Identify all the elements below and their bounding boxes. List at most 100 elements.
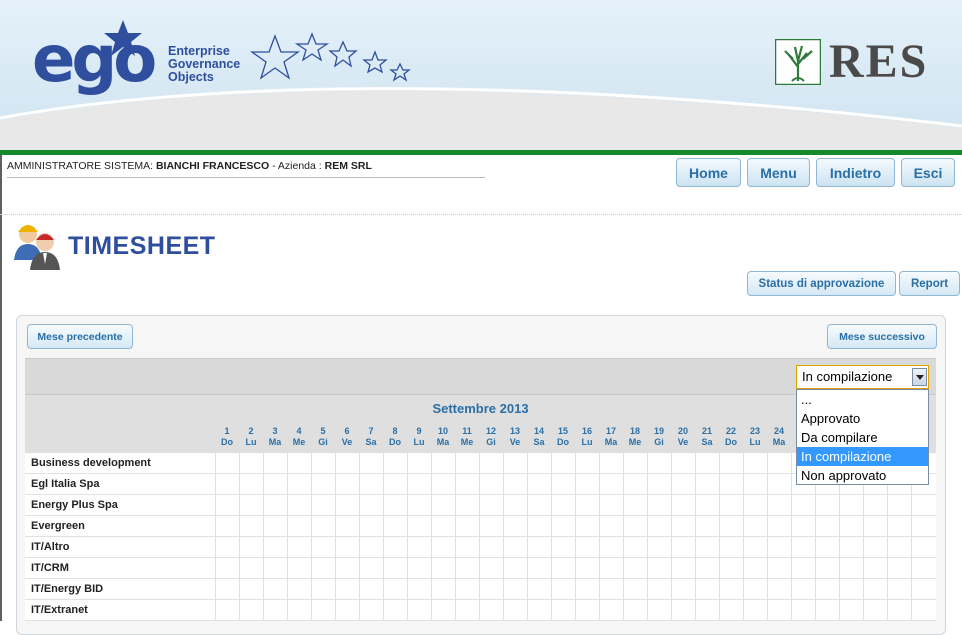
hours-cell[interactable]: [263, 537, 287, 558]
hours-cell[interactable]: [503, 474, 527, 495]
hours-cell[interactable]: [335, 579, 359, 600]
hours-cell[interactable]: [503, 516, 527, 537]
hours-cell[interactable]: [743, 579, 767, 600]
hours-cell[interactable]: [335, 495, 359, 516]
hours-cell[interactable]: [743, 600, 767, 621]
hours-cell[interactable]: [287, 558, 311, 579]
hours-cell[interactable]: [359, 579, 383, 600]
hours-cell[interactable]: [431, 516, 455, 537]
hours-cell[interactable]: [743, 495, 767, 516]
hours-cell[interactable]: [911, 495, 935, 516]
hours-cell[interactable]: [551, 558, 575, 579]
hours-cell[interactable]: [527, 537, 551, 558]
hours-cell[interactable]: [815, 600, 839, 621]
hours-cell[interactable]: [575, 453, 599, 474]
exit-button[interactable]: Esci: [901, 158, 955, 187]
hours-cell[interactable]: [599, 537, 623, 558]
hours-cell[interactable]: [263, 516, 287, 537]
hours-cell[interactable]: [695, 579, 719, 600]
hours-cell[interactable]: [455, 474, 479, 495]
hours-cell[interactable]: [383, 453, 407, 474]
hours-cell[interactable]: [215, 474, 239, 495]
hours-cell[interactable]: [527, 558, 551, 579]
hours-cell[interactable]: [719, 516, 743, 537]
hours-cell[interactable]: [623, 558, 647, 579]
hours-cell[interactable]: [815, 516, 839, 537]
hours-cell[interactable]: [671, 579, 695, 600]
hours-cell[interactable]: [407, 474, 431, 495]
hours-cell[interactable]: [911, 516, 935, 537]
hours-cell[interactable]: [575, 600, 599, 621]
hours-cell[interactable]: [911, 558, 935, 579]
hours-cell[interactable]: [815, 495, 839, 516]
hours-cell[interactable]: [743, 516, 767, 537]
hours-cell[interactable]: [407, 453, 431, 474]
hours-cell[interactable]: [287, 600, 311, 621]
hours-cell[interactable]: [743, 537, 767, 558]
hours-cell[interactable]: [671, 558, 695, 579]
hours-cell[interactable]: [527, 516, 551, 537]
hours-cell[interactable]: [407, 495, 431, 516]
hours-cell[interactable]: [311, 453, 335, 474]
hours-cell[interactable]: [791, 579, 815, 600]
status-select[interactable]: In compilazione: [796, 365, 929, 389]
hours-cell[interactable]: [359, 516, 383, 537]
hours-cell[interactable]: [335, 453, 359, 474]
hours-cell[interactable]: [647, 453, 671, 474]
hours-cell[interactable]: [455, 600, 479, 621]
hours-cell[interactable]: [431, 600, 455, 621]
hours-cell[interactable]: [311, 600, 335, 621]
hours-cell[interactable]: [383, 516, 407, 537]
status-option[interactable]: Da compilare: [797, 428, 928, 447]
hours-cell[interactable]: [479, 579, 503, 600]
hours-cell[interactable]: [647, 474, 671, 495]
hours-cell[interactable]: [503, 600, 527, 621]
hours-cell[interactable]: [455, 558, 479, 579]
hours-cell[interactable]: [647, 516, 671, 537]
hours-cell[interactable]: [599, 579, 623, 600]
hours-cell[interactable]: [695, 600, 719, 621]
hours-cell[interactable]: [623, 453, 647, 474]
hours-cell[interactable]: [791, 537, 815, 558]
hours-cell[interactable]: [455, 516, 479, 537]
hours-cell[interactable]: [335, 474, 359, 495]
hours-cell[interactable]: [575, 537, 599, 558]
hours-cell[interactable]: [503, 537, 527, 558]
hours-cell[interactable]: [791, 600, 815, 621]
hours-cell[interactable]: [311, 579, 335, 600]
hours-cell[interactable]: [839, 600, 863, 621]
hours-cell[interactable]: [383, 495, 407, 516]
hours-cell[interactable]: [839, 558, 863, 579]
hours-cell[interactable]: [263, 495, 287, 516]
hours-cell[interactable]: [695, 537, 719, 558]
hours-cell[interactable]: [527, 600, 551, 621]
hours-cell[interactable]: [815, 579, 839, 600]
hours-cell[interactable]: [215, 516, 239, 537]
hours-cell[interactable]: [431, 453, 455, 474]
hours-cell[interactable]: [719, 537, 743, 558]
hours-cell[interactable]: [239, 516, 263, 537]
hours-cell[interactable]: [287, 474, 311, 495]
hours-cell[interactable]: [335, 600, 359, 621]
hours-cell[interactable]: [767, 537, 791, 558]
hours-cell[interactable]: [623, 516, 647, 537]
hours-cell[interactable]: [767, 495, 791, 516]
hours-cell[interactable]: [863, 600, 887, 621]
hours-cell[interactable]: [695, 474, 719, 495]
hours-cell[interactable]: [239, 495, 263, 516]
hours-cell[interactable]: [671, 495, 695, 516]
hours-cell[interactable]: [599, 495, 623, 516]
hours-cell[interactable]: [479, 453, 503, 474]
hours-cell[interactable]: [383, 537, 407, 558]
hours-cell[interactable]: [431, 495, 455, 516]
hours-cell[interactable]: [551, 474, 575, 495]
hours-cell[interactable]: [503, 579, 527, 600]
status-option[interactable]: Approvato: [797, 409, 928, 428]
hours-cell[interactable]: [431, 558, 455, 579]
hours-cell[interactable]: [527, 495, 551, 516]
hours-cell[interactable]: [911, 579, 935, 600]
hours-cell[interactable]: [407, 537, 431, 558]
hours-cell[interactable]: [263, 558, 287, 579]
hours-cell[interactable]: [719, 600, 743, 621]
hours-cell[interactable]: [695, 453, 719, 474]
